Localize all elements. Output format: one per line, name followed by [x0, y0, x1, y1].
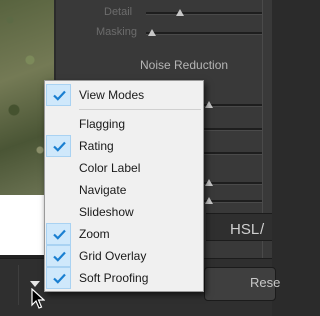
reset-button-label: Rese: [250, 275, 281, 290]
menu-item-label: Grid Overlay: [79, 249, 147, 263]
menu-item-zoom[interactable]: Zoom: [45, 223, 203, 245]
checkmark-icon: [46, 245, 71, 267]
hsl-tab-label[interactable]: HSL: [230, 221, 259, 238]
detail-label: Detail: [104, 6, 133, 18]
menu-item-label: Slideshow: [79, 205, 134, 219]
hsl-tab-separator: /: [260, 221, 265, 238]
color-detail-slider-thumb[interactable]: [205, 197, 213, 204]
menu-item-label: Flagging: [79, 117, 126, 131]
menu-item-navigate[interactable]: Navigate: [45, 179, 203, 201]
menu-item-color-label[interactable]: Color Label: [45, 157, 203, 179]
menu-item-label: View Modes: [79, 88, 145, 102]
dropdown-triangle-icon[interactable]: [30, 281, 40, 287]
checkmark-icon: [46, 135, 71, 157]
masking-label: Masking: [96, 26, 137, 38]
menu-item-flagging[interactable]: Flagging: [45, 113, 203, 135]
checkmark-icon: [46, 84, 71, 106]
color-slider-thumb[interactable]: [205, 179, 213, 186]
luminance-detail-slider-track[interactable]: [202, 128, 262, 131]
menu-item-view-modes[interactable]: View Modes: [45, 84, 203, 106]
menu-item-label: Soft Proofing: [79, 271, 149, 285]
menu-item-label: Rating: [79, 139, 114, 153]
menu-item-label: Zoom: [79, 227, 110, 241]
masking-slider-track[interactable]: [146, 32, 262, 35]
toolbar-divider: [18, 265, 19, 305]
toolbar-content-menu: View Modes Flagging Rating Color Label N…: [44, 80, 204, 292]
checkmark-icon: [46, 223, 71, 245]
menu-separator: [79, 109, 201, 110]
menu-item-grid-overlay[interactable]: Grid Overlay: [45, 245, 203, 267]
menu-item-label: Color Label: [79, 161, 141, 175]
checkmark-icon: [46, 267, 71, 289]
luminance-slider-thumb[interactable]: [205, 101, 213, 108]
mouse-cursor-icon: [31, 288, 45, 309]
luminance-contrast-slider-track[interactable]: [202, 152, 262, 155]
detail-slider-thumb[interactable]: [176, 9, 184, 16]
menu-item-rating[interactable]: Rating: [45, 135, 203, 157]
menu-item-slideshow[interactable]: Slideshow: [45, 201, 203, 223]
detail-slider-track[interactable]: [146, 12, 262, 15]
menu-item-label: Navigate: [79, 183, 127, 197]
noise-reduction-heading[interactable]: Noise Reduction: [140, 58, 228, 72]
menu-item-soft-proofing[interactable]: Soft Proofing: [45, 267, 203, 289]
masking-slider-thumb[interactable]: [148, 29, 156, 36]
